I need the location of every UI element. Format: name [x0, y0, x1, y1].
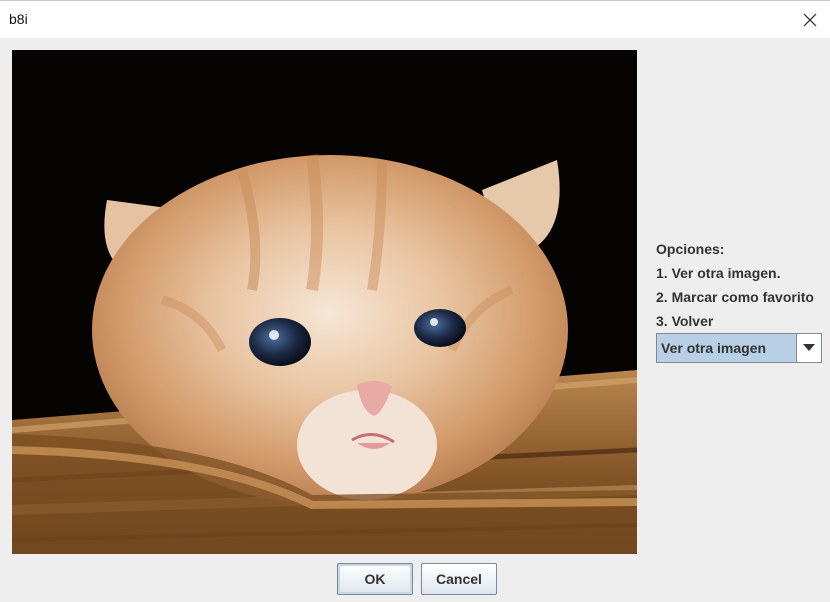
options-panel: Opciones: 1. Ver otra imagen. 2. Marcar … [656, 240, 826, 336]
cancel-button[interactable]: Cancel [421, 563, 497, 595]
title-bar: b8i [0, 0, 830, 38]
ok-button[interactable]: OK [337, 563, 413, 595]
close-button[interactable] [790, 1, 830, 38]
kitten-photo [12, 50, 637, 554]
options-combobox[interactable]: Ver otra imagen [656, 333, 822, 363]
kitten-image [12, 50, 637, 554]
option-item: 2. Marcar como favorito [656, 289, 814, 305]
combobox-selected-value[interactable]: Ver otra imagen [657, 334, 796, 362]
window-title: b8i [9, 11, 28, 27]
combobox-arrow-button[interactable] [796, 334, 821, 362]
option-item: 1. Ver otra imagen. [656, 265, 781, 281]
close-icon [803, 13, 817, 26]
chevron-down-icon [803, 344, 815, 351]
options-heading: Opciones: [656, 241, 725, 257]
